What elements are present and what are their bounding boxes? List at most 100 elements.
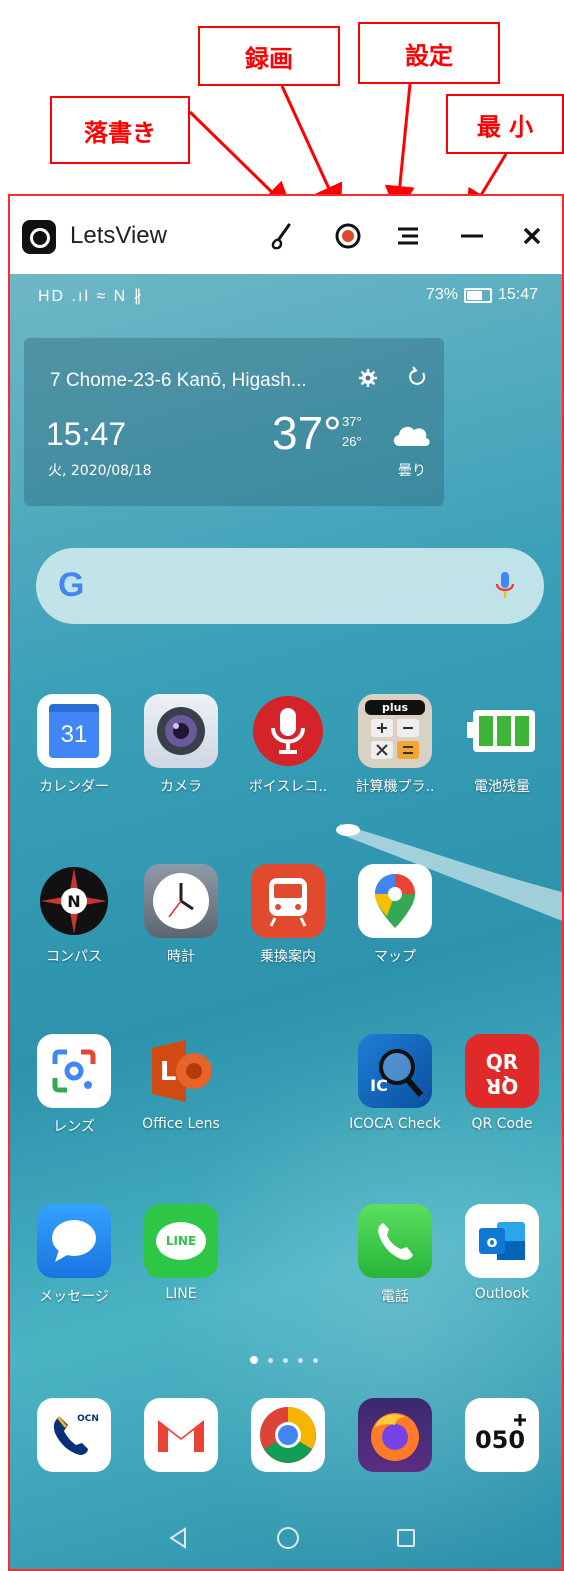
google-logo-icon: G (58, 566, 85, 604)
app-outlook[interactable]: o Outlook (450, 1204, 554, 1302)
app-phone[interactable]: 電話 (343, 1204, 447, 1306)
ocn-phone-icon: OCN (37, 1398, 111, 1472)
app-office-lens[interactable]: L Office Lens (129, 1034, 233, 1132)
weather-low: 26° (342, 434, 362, 449)
dock-ocn-phone[interactable]: OCN (22, 1398, 126, 1472)
compass-letter: N (67, 892, 80, 911)
dock-chrome[interactable] (236, 1398, 340, 1472)
compass-icon: N (37, 864, 111, 938)
battery-app-icon (465, 694, 539, 768)
app-label: 時計 (167, 949, 195, 965)
qr-letters-top: QR (486, 1050, 518, 1074)
app-icoca-check[interactable]: IC ICOCA Check (343, 1034, 447, 1132)
brush-icon[interactable] (266, 218, 302, 254)
battery-icon (463, 287, 492, 303)
weather-date: 火, 2020/08/18 (48, 463, 152, 479)
weather-widget[interactable]: 7 Chome-23-6 Kanō, Higash... 15:47 火, 20… (24, 338, 444, 506)
status-icons: HD .ıl ≈ N ∦ (38, 288, 144, 305)
google-search-bar[interactable]: G (36, 548, 544, 624)
menu-icon[interactable] (390, 218, 426, 254)
dock-firefox[interactable] (343, 1398, 447, 1472)
page-indicator[interactable] (250, 1356, 318, 1364)
app-voice-recorder[interactable]: ボイスレコ.. (236, 694, 340, 796)
train-icon (251, 864, 325, 938)
graffiti-arrow (188, 110, 293, 213)
camera-icon (144, 694, 218, 768)
lens-icon (37, 1034, 111, 1108)
page-dot[interactable] (298, 1357, 303, 1363)
app-calendar[interactable]: 31 カレンダー (22, 694, 126, 796)
weather-condition: 曇り (398, 463, 426, 479)
title-bar: LetsView (10, 196, 562, 274)
dock-050plus[interactable]: 050 (450, 1398, 554, 1472)
phone-screen: HD .ıl ≈ N ∦ 73% 15:47 7 Chome-23-6 Kanō… (10, 274, 562, 1569)
app-camera[interactable]: カメラ (129, 694, 233, 796)
status-right: 73% 15:47 (426, 286, 538, 304)
app-label: マップ (374, 949, 416, 965)
refresh-icon[interactable] (406, 366, 428, 392)
page-dot[interactable] (268, 1357, 273, 1363)
voice-recorder-icon (251, 694, 325, 768)
record-callout: 録画 (198, 26, 340, 86)
outlook-letter: o (487, 1232, 498, 1251)
app-label: カメラ (160, 779, 202, 795)
page-dot[interactable] (283, 1357, 288, 1363)
recents-icon[interactable] (388, 1520, 424, 1556)
calendar-icon: 31 (37, 694, 111, 768)
app-messages[interactable]: メッセージ (22, 1204, 126, 1306)
letsview-logo-icon (22, 220, 56, 254)
outlook-icon: o (465, 1204, 539, 1278)
app-battery[interactable]: 電池残量 (450, 694, 554, 796)
app-calculator-plus[interactable]: plus 計算機プラ.. (343, 694, 447, 796)
message-bubble-icon (37, 1204, 111, 1278)
app-lens[interactable]: レンズ (22, 1034, 126, 1136)
calculator-badge: plus (365, 699, 425, 715)
record-arrow (280, 85, 343, 215)
app-label: レンズ (53, 1119, 95, 1135)
app-qr-code[interactable]: QR QR QR Code (450, 1034, 554, 1132)
app-clock[interactable]: 時計 (129, 864, 233, 966)
n050-plus-icon: 050 (465, 1398, 539, 1472)
app-label: カレンダー (39, 779, 109, 795)
chrome-icon (251, 1398, 325, 1472)
app-maps[interactable]: マップ (343, 864, 447, 966)
minimize-icon[interactable] (454, 218, 490, 254)
app-label: ICOCA Check (349, 1116, 441, 1132)
clock-icon (144, 864, 218, 938)
line-icon: LINE (144, 1204, 218, 1278)
icoca-icon: IC (358, 1034, 432, 1108)
gmail-icon (144, 1398, 218, 1472)
android-nav-bar (10, 1504, 562, 1569)
app-transit[interactable]: 乗換案内 (236, 864, 340, 966)
qr-letters-bottom: QR (486, 1074, 518, 1098)
status-bar: HD .ıl ≈ N ∦ 73% 15:47 (10, 274, 562, 318)
page-dot[interactable] (250, 1356, 258, 1364)
weather-temperature: 37° (272, 407, 342, 459)
record-icon[interactable] (330, 218, 366, 254)
firefox-icon (358, 1398, 432, 1472)
gear-icon[interactable] (358, 368, 378, 392)
home-icon[interactable] (270, 1520, 306, 1556)
app-label: Office Lens (142, 1116, 220, 1132)
letsview-window: LetsView HD .ıl ≈ N ∦ 73% 15:47 7 Chome-… (8, 194, 564, 1571)
icoca-letters: IC (370, 1076, 388, 1095)
app-compass[interactable]: N コンパス (22, 864, 126, 966)
office-lens-letter: L (160, 1057, 177, 1087)
weather-time: 15:47 (46, 416, 127, 452)
mic-icon[interactable] (494, 570, 516, 606)
page-dot[interactable] (313, 1357, 318, 1363)
app-line[interactable]: LINE LINE (129, 1204, 233, 1302)
phone-icon (358, 1204, 432, 1278)
app-label: 乗換案内 (260, 949, 316, 965)
office-lens-icon: L (144, 1034, 218, 1108)
dock-gmail[interactable] (129, 1398, 233, 1472)
calculator-icon: plus (358, 694, 432, 768)
calendar-day: 31 (49, 704, 99, 758)
ocn-badge: OCN (77, 1414, 99, 1424)
app-label: メッセージ (39, 1289, 109, 1305)
app-label: ボイスレコ.. (248, 779, 328, 795)
close-icon[interactable] (514, 218, 550, 254)
back-icon[interactable] (160, 1520, 196, 1556)
app-label: 電話 (381, 1289, 409, 1305)
app-label: LINE (165, 1286, 197, 1302)
